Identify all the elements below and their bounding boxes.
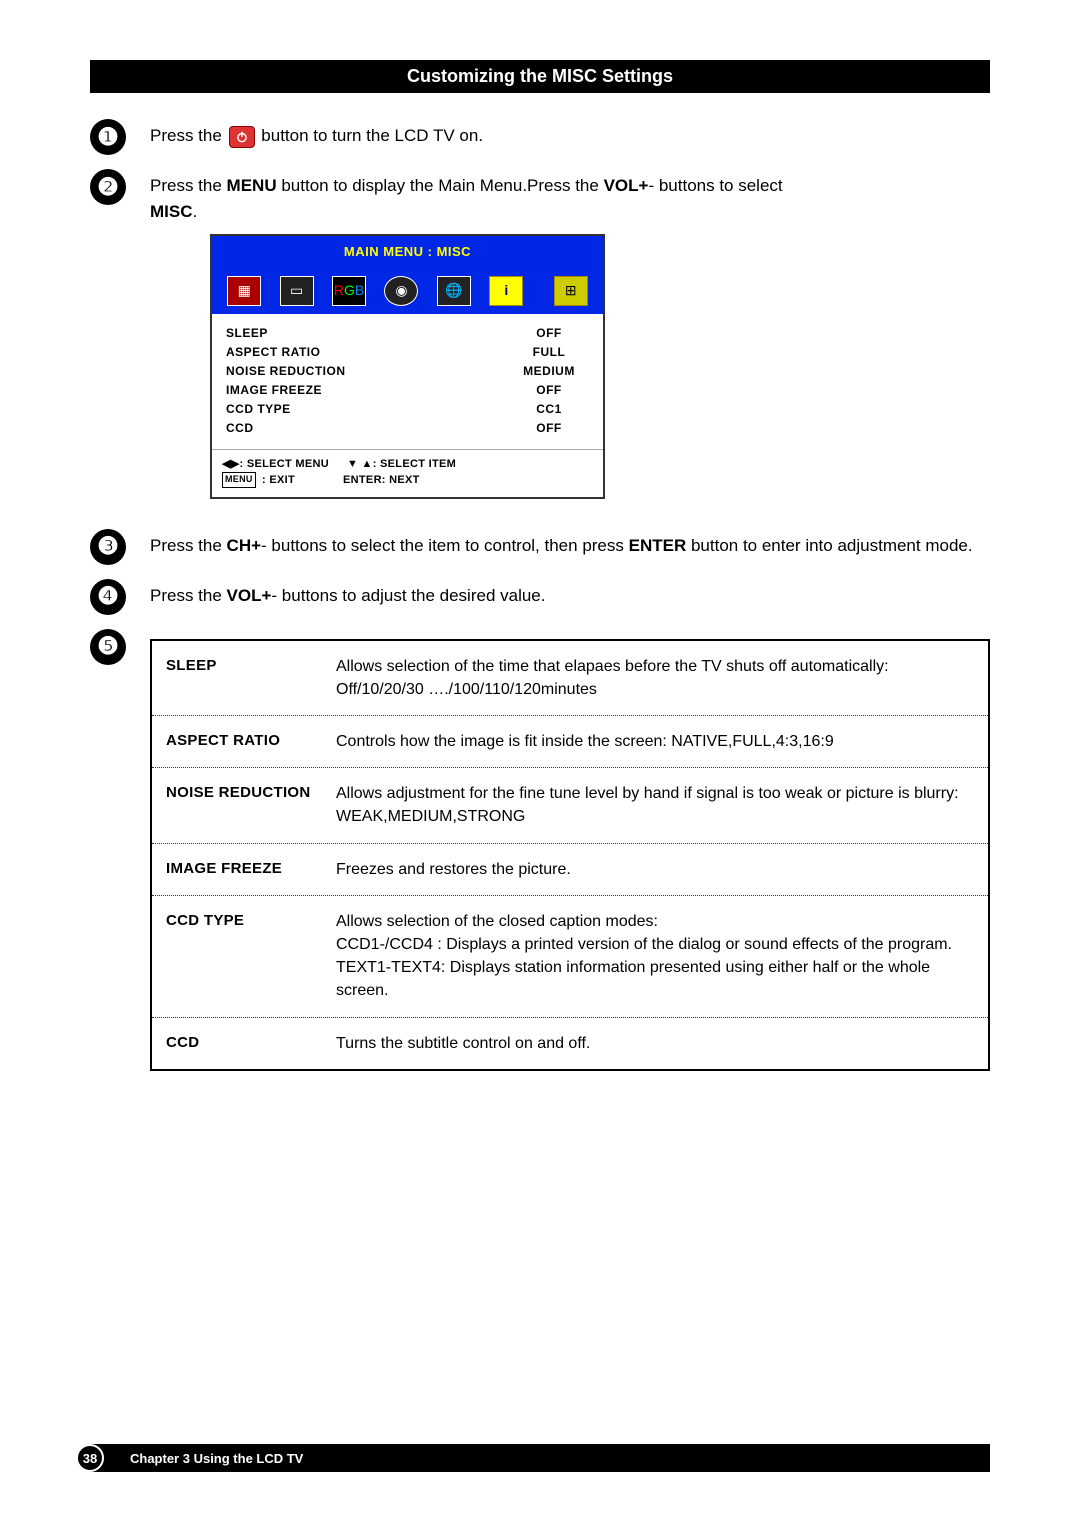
osd-label: ASPECT RATIO (226, 343, 320, 362)
definitions-table: SLEEP Allows selection of the time that … (150, 639, 990, 1071)
step-4-text: Press the VOL+- buttons to adjust the de… (150, 583, 990, 609)
chapter-label: Chapter 3 Using the LCD TV (130, 1451, 303, 1466)
text: button to display the Main Menu.Press th… (277, 176, 604, 195)
table-row: NOISE REDUCTION Allows adjustment for th… (152, 768, 988, 843)
text: Press the (150, 536, 227, 555)
osd-icon-picture: ▦ (227, 276, 261, 306)
osd-label: CCD TYPE (226, 400, 291, 419)
table-row: SLEEP Allows selection of the time that … (152, 641, 988, 716)
text-bold: ENTER (629, 536, 687, 555)
text-bold: VOL+ (227, 586, 272, 605)
text: . (193, 202, 198, 221)
step-5-body: SLEEP Allows selection of the time that … (150, 633, 990, 1071)
osd-icon-screen: ▭ (280, 276, 314, 306)
def-desc: Allows selection of the closed caption m… (332, 896, 988, 1017)
power-icon (229, 126, 255, 148)
osd-label: IMAGE FREEZE (226, 381, 322, 400)
table-row: IMAGE FREEZE Freezes and restores the pi… (152, 844, 988, 896)
text: Press the (150, 586, 227, 605)
osd-foot-next: ENTER: NEXT (343, 472, 420, 489)
osd-label: CCD (226, 419, 254, 438)
osd-icon-rgb: RGB (332, 276, 366, 306)
menu-box-icon: MENU (222, 472, 256, 488)
text-bold: MISC (150, 202, 193, 221)
text: Press the (150, 126, 227, 145)
step-3-badge: ❸ (90, 529, 126, 565)
step-2-badge: ❷ (90, 169, 126, 205)
osd-foot-select-item: ▼ ▲: SELECT ITEM (347, 456, 456, 473)
page-footer: 38 Chapter 3 Using the LCD TV (90, 1444, 990, 1472)
osd-settings-list: SLEEP OFF ASPECT RATIO FULL NOISE REDUCTIO… (212, 314, 603, 449)
step-5: ❺ SLEEP Allows selection of the time tha… (90, 633, 990, 1071)
step-2-text: Press the MENU button to display the Mai… (150, 173, 990, 509)
def-label: CCD TYPE (152, 896, 332, 1017)
osd-icon-audio: ◉ (384, 276, 418, 306)
step-4: ❹ Press the VOL+- buttons to adjust the … (90, 583, 990, 615)
table-row: CCD Turns the subtitle control on and of… (152, 1018, 988, 1069)
osd-row: IMAGE FREEZE OFF (226, 381, 589, 400)
step-2: ❷ Press the MENU button to display the M… (90, 173, 990, 509)
osd-value: OFF (509, 381, 589, 400)
osd-icon-globe: 🌐 (437, 276, 471, 306)
step-3: ❸ Press the CH+- buttons to select the i… (90, 533, 990, 565)
table-row: ASPECT RATIO Controls how the image is f… (152, 716, 988, 768)
osd-row: ASPECT RATIO FULL (226, 343, 589, 362)
osd-label: SLEEP (226, 324, 268, 343)
text: - buttons to select the item to control,… (261, 536, 629, 555)
osd-label: NOISE REDUCTION (226, 362, 346, 381)
step-3-text: Press the CH+- buttons to select the ite… (150, 533, 990, 559)
osd-value: OFF (509, 419, 589, 438)
def-label: SLEEP (152, 641, 332, 715)
step-1-text: Press the button to turn the LCD TV on. (150, 123, 990, 149)
osd-row: SLEEP OFF (226, 324, 589, 343)
text: Press the (150, 176, 227, 195)
osd-icon-misc: ⊞ (554, 276, 588, 306)
step-1: ❶ Press the button to turn the LCD TV on… (90, 123, 990, 155)
osd-foot-exit: MENU : EXIT (222, 472, 295, 489)
def-desc: Freezes and restores the picture. (332, 844, 988, 895)
def-label: NOISE REDUCTION (152, 768, 332, 842)
page-number: 38 (76, 1444, 104, 1472)
osd-tab-icons: ▦ ▭ RGB ◉ 🌐 i ⊞ (212, 268, 603, 314)
osd-icon-info: i (489, 276, 523, 306)
table-row: CCD TYPE Allows selection of the closed … (152, 896, 988, 1018)
text-bold: MENU (227, 176, 277, 195)
def-desc: Allows selection of the time that elapae… (332, 641, 988, 715)
text: - buttons to select (648, 176, 782, 195)
step-5-badge: ❺ (90, 629, 126, 665)
text: button to enter into adjustment mode. (686, 536, 972, 555)
osd-row: CCD TYPE CC1 (226, 400, 589, 419)
def-label: ASPECT RATIO (152, 716, 332, 767)
osd-foot-select-menu: ◀▶: SELECT MENU (222, 456, 329, 473)
osd-row: CCD OFF (226, 419, 589, 438)
def-label: IMAGE FREEZE (152, 844, 332, 895)
osd-value: CC1 (509, 400, 589, 419)
osd-panel: MAIN MENU : MISC ▦ ▭ RGB ◉ 🌐 i ⊞ SLEEP OF… (210, 234, 605, 499)
osd-row: NOISE REDUCTION MEDIUM (226, 362, 589, 381)
osd-footer: ◀▶: SELECT MENU ▼ ▲: SELECT ITEM MENU : … (212, 449, 603, 497)
def-desc: Allows adjustment for the fine tune leve… (332, 768, 988, 842)
def-desc: Controls how the image is fit inside the… (332, 716, 988, 767)
page-content: Customizing the MISC Settings ❶ Press th… (90, 60, 990, 1089)
osd-value: MEDIUM (509, 362, 589, 381)
def-desc: Turns the subtitle control on and off. (332, 1018, 988, 1069)
step-4-badge: ❹ (90, 579, 126, 615)
step-1-badge: ❶ (90, 119, 126, 155)
text: - buttons to adjust the desired value. (271, 586, 545, 605)
osd-heading: MAIN MENU : MISC (212, 236, 603, 268)
text: button to turn the LCD TV on. (261, 126, 483, 145)
def-label: CCD (152, 1018, 332, 1069)
text-bold: CH+ (227, 536, 261, 555)
text-bold: VOL+ (604, 176, 649, 195)
osd-value: FULL (509, 343, 589, 362)
section-title: Customizing the MISC Settings (90, 60, 990, 93)
osd-value: OFF (509, 324, 589, 343)
